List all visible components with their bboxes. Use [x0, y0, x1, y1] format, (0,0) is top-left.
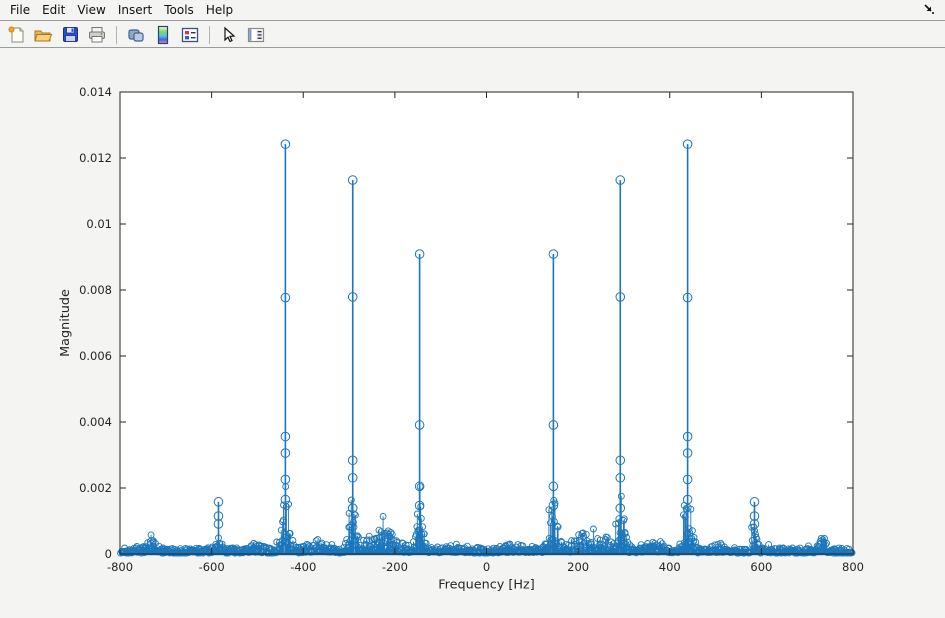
y-tick-label: 0.006 [79, 349, 112, 363]
save-button[interactable] [58, 24, 82, 46]
colormap-button[interactable] [151, 24, 175, 46]
y-axis-label: Magnitude [58, 289, 73, 357]
print-icon [87, 25, 107, 45]
axes-background [120, 92, 853, 554]
open-button[interactable] [31, 24, 55, 46]
y-tick-label: 0.002 [79, 481, 112, 495]
menu-file[interactable]: File [4, 1, 36, 19]
plot-browser-button[interactable] [244, 24, 268, 46]
y-tick-label: 0.004 [79, 415, 112, 429]
x-tick-label: 800 [842, 560, 864, 574]
figure-area: -800 -600 -400 -200 0 200 400 600 800 0 0.002 0.004… [0, 48, 945, 618]
open-icon [33, 25, 53, 45]
menu-help[interactable]: Help [200, 1, 239, 19]
x-tick-label: 0 [483, 560, 490, 574]
plot-properties-button[interactable] [178, 24, 202, 46]
y-tick-label: 0.008 [79, 283, 112, 297]
toolbar-separator [209, 26, 210, 44]
menu-insert[interactable]: Insert [112, 1, 158, 19]
colormap-icon [156, 25, 170, 45]
y-tick-label: 0.012 [79, 151, 112, 165]
x-tick-label: 600 [750, 560, 772, 574]
select-button[interactable] [217, 24, 241, 46]
menu-view[interactable]: View [71, 1, 111, 19]
plot-browser-icon [246, 25, 266, 45]
plot-properties-icon [180, 25, 200, 45]
y-tick-label: 0 [105, 547, 112, 561]
copy-figure-icon [126, 25, 146, 45]
copy-figure-button[interactable] [124, 24, 148, 46]
x-tick-label: -400 [290, 560, 316, 574]
x-tick-label: -600 [199, 560, 225, 574]
dock-arrow-icon[interactable] [921, 2, 937, 18]
menu-tools[interactable]: Tools [158, 1, 200, 19]
new-figure-icon [7, 25, 26, 44]
print-button[interactable] [85, 24, 109, 46]
select-icon [220, 26, 238, 44]
menu-bar: File Edit View Insert Tools Help [0, 0, 945, 21]
x-tick-label: -200 [382, 560, 408, 574]
save-icon [61, 25, 80, 44]
toolbar-separator [116, 26, 117, 44]
new-figure-button[interactable] [4, 24, 28, 46]
x-tick-label: -800 [107, 560, 133, 574]
x-axis-label: Frequency [Hz] [438, 578, 535, 593]
menu-edit[interactable]: Edit [36, 1, 71, 19]
y-tick-label: 0.014 [79, 85, 112, 99]
x-tick-label: 200 [567, 560, 589, 574]
x-tick-label: 400 [659, 560, 681, 574]
plot-canvas: -800 -600 -400 -200 0 200 400 600 800 0 0.002 0.004… [0, 48, 945, 618]
y-tick-label: 0.01 [86, 217, 112, 231]
figure-toolbar [0, 22, 945, 48]
